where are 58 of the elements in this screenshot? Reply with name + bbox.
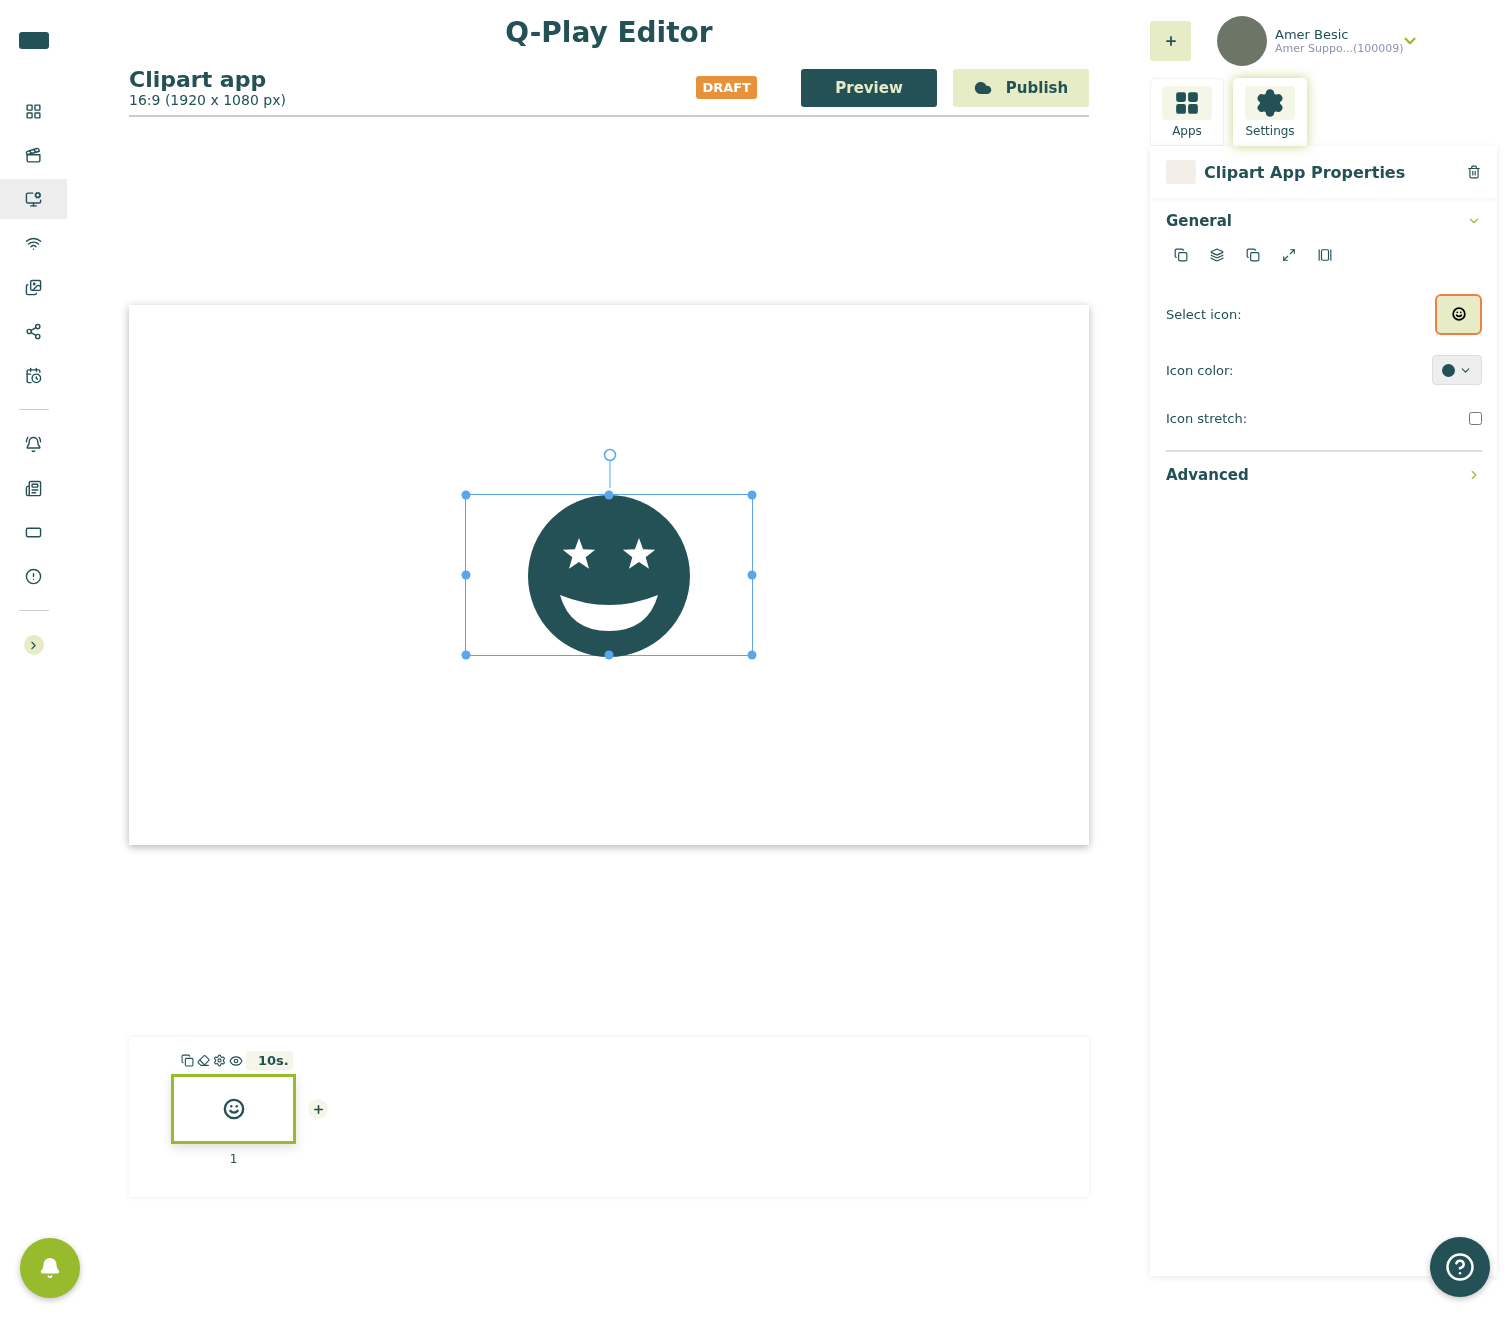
user-name: Amer Besic	[1275, 27, 1350, 42]
resize-handle[interactable]	[461, 650, 471, 660]
add-slide-button[interactable]	[308, 1099, 328, 1119]
icon-stretch-label: Icon stretch:	[1166, 410, 1248, 426]
project-title: Clipart app	[129, 67, 268, 92]
resize-handle[interactable]	[604, 650, 614, 660]
resize-handle[interactable]	[747, 490, 757, 500]
section-header[interactable]: Advanced	[1150, 452, 1497, 498]
layer-back-icon[interactable]	[1246, 248, 1260, 262]
stretch-checkbox[interactable]	[1469, 411, 1482, 425]
slide-thumbnail[interactable]	[171, 1074, 296, 1144]
expand-icon[interactable]	[1282, 248, 1296, 262]
smiley-icon	[1451, 307, 1466, 321]
add-button[interactable]	[1150, 21, 1191, 61]
publish-button[interactable]: Publish	[953, 68, 1089, 107]
logo	[18, 32, 49, 49]
resize-handle[interactable]	[604, 490, 614, 500]
select-icon-label: Select icon:	[1166, 306, 1242, 322]
color-select[interactable]	[1432, 355, 1482, 385]
color-swatch	[1442, 363, 1455, 377]
duplicate-icon[interactable]	[181, 1054, 194, 1067]
resolution-text: 16:9 (1920 x 1080 px)	[129, 92, 287, 108]
star-eyes-smiley[interactable]	[528, 495, 690, 657]
slide-number: 1	[228, 1152, 239, 1166]
editor-nav-icon[interactable]	[0, 179, 67, 219]
resize-handle[interactable]	[461, 570, 471, 580]
resize-handle[interactable]	[747, 570, 757, 580]
layers-icon[interactable]	[1210, 248, 1224, 262]
bell-icon	[39, 1257, 61, 1279]
help-icon	[1445, 1252, 1475, 1282]
account-name: Amer Suppo...(100009)	[1275, 42, 1401, 55]
avatar-placeholder[interactable]	[1217, 16, 1267, 66]
settings-icon	[1255, 88, 1285, 118]
app-title: Q-Play Editor	[504, 16, 714, 51]
icon-picker[interactable]	[1435, 293, 1482, 335]
settings-icon[interactable]	[213, 1054, 226, 1067]
resize-handle[interactable]	[461, 490, 471, 500]
preview-button[interactable]: Preview	[801, 68, 937, 107]
help-button[interactable]	[1430, 1237, 1490, 1297]
delete-icon[interactable]	[1467, 165, 1481, 179]
rotate-handle[interactable]	[603, 448, 617, 488]
grid-icon	[1174, 90, 1200, 116]
panel-tab[interactable]: Settings	[1233, 78, 1307, 146]
resize-handle[interactable]	[747, 650, 757, 660]
layer-front-icon[interactable]	[1174, 248, 1188, 262]
eye-icon[interactable]	[229, 1053, 243, 1068]
plus-icon	[1163, 34, 1178, 48]
status-badge: DRAFT	[696, 76, 757, 99]
smiley-icon	[222, 1098, 245, 1120]
panel-tab[interactable]: Apps	[1150, 78, 1224, 146]
panel-title: Clipart App Properties	[1204, 162, 1407, 182]
gallery-icon[interactable]	[1318, 248, 1332, 262]
icon-color-label: Icon color:	[1166, 362, 1234, 378]
clipart-icon	[1166, 160, 1196, 184]
plus-icon	[311, 1102, 325, 1116]
eraser-icon[interactable]	[197, 1054, 210, 1067]
section-header[interactable]: General	[1150, 198, 1497, 244]
slide-duration[interactable]: 10s.	[246, 1051, 293, 1070]
